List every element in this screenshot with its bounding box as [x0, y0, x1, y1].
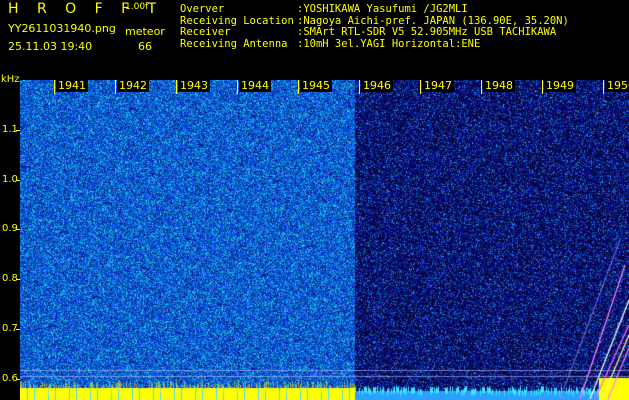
y-tick-mark: [16, 130, 20, 131]
time-tick: [481, 80, 482, 94]
time-label: 1946: [361, 79, 393, 92]
timestamp-label: 25.11.03 19:40: [8, 40, 93, 53]
y-tick-mark: [16, 379, 20, 380]
time-tick: [603, 80, 604, 94]
time-label: 1943: [178, 79, 210, 92]
station-info: Overver :YOSHIKAWA Yasufumi /JG2MLI Rece…: [180, 3, 569, 51]
station-value: :10mH 3el.YAGI Horizontal:ENE: [297, 37, 481, 50]
meteor-count: 66: [138, 40, 152, 53]
time-tick: [542, 80, 543, 94]
y-tick-mark: [16, 279, 20, 280]
station-row-observer: Overver :YOSHIKAWA Yasufumi /JG2MLI: [180, 3, 569, 16]
y-tick-mark: [16, 229, 20, 230]
time-label: 1949: [544, 79, 576, 92]
time-label: 1945: [300, 79, 332, 92]
meteor-label: meteor: [125, 25, 165, 38]
time-tick: [115, 80, 116, 94]
time-label: 1942: [117, 79, 149, 92]
version-label: 1.00f: [125, 2, 149, 12]
time-tick: [176, 80, 177, 94]
filename-label: YY2611031940.png: [8, 22, 116, 35]
time-label: 1947: [422, 79, 454, 92]
y-axis-unit: kHz: [1, 74, 20, 85]
station-label: Receiving Antenna: [180, 37, 288, 50]
station-value: :YOSHIKAWA Yasufumi /JG2MLI: [297, 3, 468, 15]
y-tick-mark: [16, 180, 20, 181]
time-tick: [420, 80, 421, 94]
y-tick-mark: [16, 329, 20, 330]
time-label: 1950: [605, 80, 629, 92]
time-tick: [298, 80, 299, 94]
time-label: 1941: [56, 79, 88, 92]
time-label: 1948: [483, 79, 515, 92]
time-label: 1944: [239, 79, 271, 92]
time-tick: [359, 80, 360, 94]
station-label: Overver: [180, 3, 225, 15]
spectrogram-canvas: [20, 80, 629, 400]
time-tick: [237, 80, 238, 94]
station-row-antenna: Receiving Antenna :10mH 3el.YAGI Horizon…: [180, 37, 569, 51]
time-tick: [54, 80, 55, 94]
